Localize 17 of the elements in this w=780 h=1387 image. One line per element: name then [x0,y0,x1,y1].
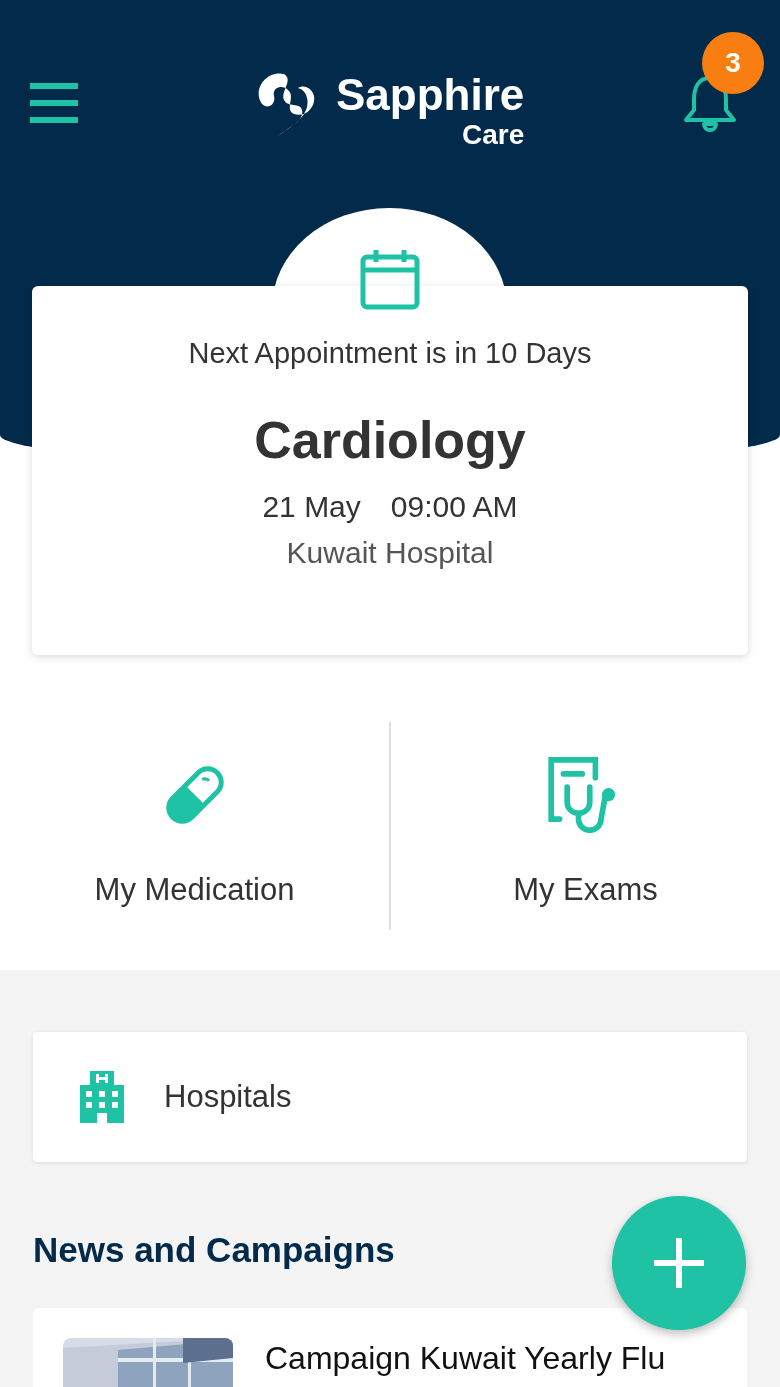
news-card[interactable]: Campaign Kuwait Yearly Flu [33,1308,747,1387]
hospitals-button[interactable]: Hospitals [33,1032,747,1162]
logo-name: Sapphire [336,70,525,120]
quick-action-button[interactable]: My Medication [0,722,389,930]
section-title: News and Campaigns [33,1230,395,1270]
appointment-card[interactable]: Next Appointment is in 10 Days Cardiology 21 May 09:00 AM Kuwait Hospital [32,286,748,655]
plus-icon [654,1238,704,1288]
appointment-specialty: Cardiology [254,410,526,470]
quick-action-button[interactable]: My Exams [389,722,780,930]
appointment-date: 21 May [262,490,361,524]
appointment-location: Kuwait Hospital [286,536,494,570]
appointment-heading: Next Appointment is in 10 Days [188,337,592,370]
calendar-icon [360,248,420,310]
menu-icon[interactable] [30,83,78,123]
appointment-time: 09:00 AM [390,490,518,524]
hospital-building-icon [80,1071,124,1123]
logo-subtitle: Care [462,120,525,150]
